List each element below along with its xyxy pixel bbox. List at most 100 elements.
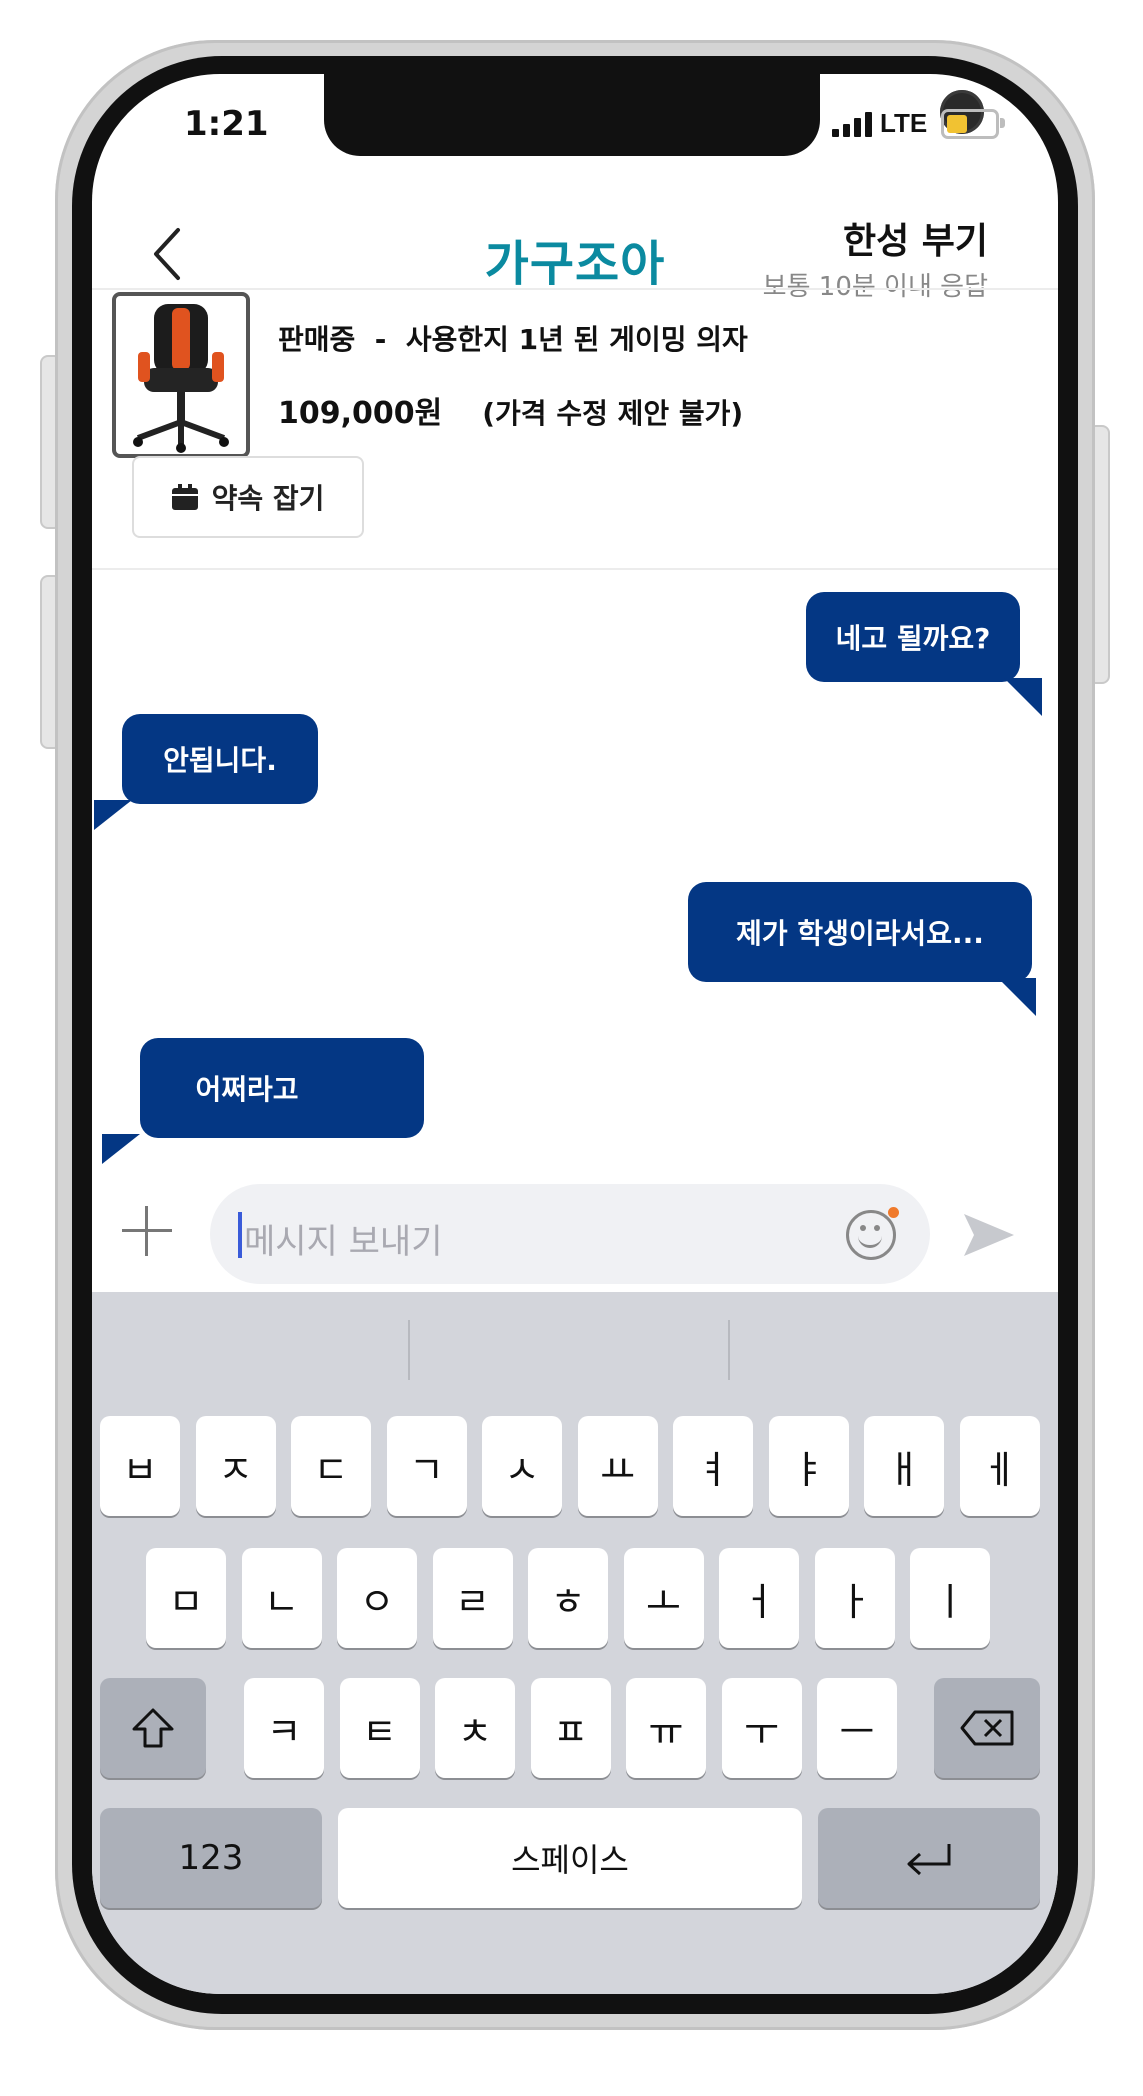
message-input[interactable]: 메시지 보내기: [210, 1184, 930, 1284]
backspace-key[interactable]: [934, 1678, 1040, 1778]
product-thumbnail[interactable]: [112, 292, 250, 458]
key-label: ㅍ: [553, 1709, 588, 1754]
keyboard: 123 스페이스 ㅂ ㅈ ㄷ ㄱ ㅅ ㅛ ㅕ ㅑ ㅐ ㅔㅁ ㄴ ㅇ ㄹ ㅎ ㅗ ㅓ ㅏ ㅣㅋ ㅌ ㅊ ㅍ ㅠ ㅜ ㅡ: [92, 1292, 1058, 1994]
send-button[interactable]: [962, 1212, 1016, 1262]
space-key[interactable]: 스페이스: [338, 1808, 802, 1908]
key-label: ㅏ: [837, 1579, 872, 1624]
shift-icon: [132, 1708, 174, 1748]
appointment-button[interactable]: 약속 잡기: [132, 456, 364, 538]
key-label: ㅗ: [646, 1579, 681, 1624]
message-bubble-received[interactable]: 어쩌라고: [140, 1038, 424, 1138]
key-ㄱ[interactable]: ㄱ: [386, 1416, 467, 1516]
key-ㅗ[interactable]: ㅗ: [623, 1548, 704, 1648]
key-label: ㅕ: [695, 1447, 731, 1492]
key-ㅕ[interactable]: ㅕ: [673, 1416, 753, 1516]
key-label: ㄹ: [455, 1579, 490, 1624]
message-input-row: 메시지 보내기: [92, 1176, 1058, 1286]
key-ㅊ[interactable]: ㅊ: [435, 1678, 515, 1778]
key-ㅋ[interactable]: ㅋ: [244, 1678, 324, 1778]
key-label: ㅐ: [886, 1447, 922, 1492]
key-label: ㅌ: [362, 1709, 397, 1754]
bubble-tail: [1004, 678, 1042, 716]
key-label: ㅂ: [122, 1447, 158, 1492]
key-ㅡ[interactable]: ㅡ: [817, 1678, 897, 1778]
key-ㅜ[interactable]: ㅜ: [721, 1678, 802, 1778]
key-ㅏ[interactable]: ㅏ: [814, 1548, 895, 1648]
key-ㅎ[interactable]: ㅎ: [528, 1548, 608, 1648]
key-label: ㅊ: [457, 1709, 493, 1754]
key-label: ㄱ: [409, 1447, 444, 1492]
key-label: ㅓ: [741, 1579, 777, 1624]
price-value: 109,000원: [278, 396, 443, 431]
key-ㅐ[interactable]: ㅐ: [864, 1416, 944, 1516]
message-bubble-received[interactable]: 안됩니다.: [122, 714, 318, 804]
screen: 1:21 LTE 가구조아 한성 부기 보통 10분 이내 응답 판매중 - 사…: [92, 74, 1058, 1994]
send-icon: [964, 1214, 1014, 1256]
text-cursor: [238, 1212, 242, 1258]
key-label: ㅋ: [266, 1709, 302, 1754]
key-ㅇ[interactable]: ㅇ: [337, 1548, 417, 1648]
product-divider: [92, 568, 1058, 570]
key-ㅈ[interactable]: ㅈ: [195, 1416, 276, 1516]
plus-icon[interactable]: [122, 1206, 172, 1256]
calendar-icon: [171, 484, 198, 510]
suggestion-divider: [728, 1320, 730, 1380]
key-ㅣ[interactable]: ㅣ: [910, 1548, 990, 1648]
battery-icon: [941, 108, 1006, 139]
message-text: 네고 될까요?: [835, 622, 991, 655]
key-ㅅ[interactable]: ㅅ: [482, 1416, 562, 1516]
backspace-icon: [960, 1710, 1014, 1746]
key-label: ㅎ: [550, 1579, 586, 1624]
message-bubble-sent[interactable]: 제가 학생이라서요...: [688, 882, 1032, 982]
space-key-label: 스페이스: [511, 1841, 629, 1879]
shift-key[interactable]: [100, 1678, 206, 1778]
key-ㄷ[interactable]: ㄷ: [291, 1416, 371, 1516]
product-title[interactable]: 판매중 - 사용한지 1년 된 게이밍 의자: [278, 318, 748, 358]
key-ㅍ[interactable]: ㅍ: [530, 1678, 611, 1778]
seller-name[interactable]: 한성 부기: [843, 212, 988, 264]
status-time: 1:21: [184, 104, 269, 144]
key-ㅓ[interactable]: ㅓ: [719, 1548, 799, 1648]
status-icons: LTE: [832, 108, 1006, 139]
key-label: ㅇ: [359, 1579, 395, 1624]
key-ㅔ[interactable]: ㅔ: [959, 1416, 1040, 1516]
key-ㄹ[interactable]: ㄹ: [432, 1548, 513, 1648]
chat-header: 가구조아 한성 부기 보통 10분 이내 응답: [92, 184, 1058, 302]
message-bubble-sent[interactable]: 네고 될까요?: [806, 592, 1020, 682]
key-label: ㅑ: [791, 1447, 826, 1492]
key-label: ㅣ: [932, 1579, 968, 1624]
numbers-key-label: 123: [178, 1838, 244, 1878]
network-label: LTE: [880, 108, 928, 138]
return-key[interactable]: [818, 1808, 1040, 1908]
seller-response-time: 보통 10분 이내 응답: [762, 272, 988, 302]
key-label: ㅜ: [744, 1709, 779, 1754]
key-ㅁ[interactable]: ㅁ: [146, 1548, 226, 1648]
key-ㅠ[interactable]: ㅠ: [626, 1678, 706, 1778]
message-text: 안됩니다.: [163, 744, 277, 777]
suggestion-divider: [408, 1320, 410, 1380]
message-text: 어쩌라고: [195, 1073, 299, 1106]
key-label: ㅔ: [982, 1447, 1017, 1492]
key-ㅂ[interactable]: ㅂ: [100, 1416, 180, 1516]
numbers-key[interactable]: 123: [100, 1808, 322, 1908]
notification-dot: [888, 1207, 899, 1218]
key-ㅛ[interactable]: ㅛ: [577, 1416, 658, 1516]
gaming-chair-image: [133, 304, 229, 453]
key-label: ㄴ: [264, 1579, 299, 1624]
key-label: ㅠ: [648, 1709, 684, 1754]
return-icon: [907, 1844, 951, 1876]
key-label: ㅅ: [504, 1447, 540, 1492]
key-label: ㅛ: [600, 1447, 635, 1492]
key-ㅌ[interactable]: ㅌ: [339, 1678, 420, 1778]
price-note: (가격 수정 제안 불가): [482, 397, 744, 430]
notch: [324, 74, 984, 156]
message-placeholder: 메시지 보내기: [244, 1222, 443, 1262]
bubble-tail: [94, 800, 132, 830]
key-ㅑ[interactable]: ㅑ: [768, 1416, 849, 1516]
appointment-label: 약속 잡기: [211, 482, 325, 515]
key-ㄴ[interactable]: ㄴ: [241, 1548, 322, 1648]
emoji-icon[interactable]: [846, 1207, 899, 1260]
product-price: 109,000원 (가격 수정 제안 불가): [278, 388, 743, 432]
key-label: ㅁ: [168, 1579, 204, 1624]
header-divider: [92, 288, 1058, 290]
